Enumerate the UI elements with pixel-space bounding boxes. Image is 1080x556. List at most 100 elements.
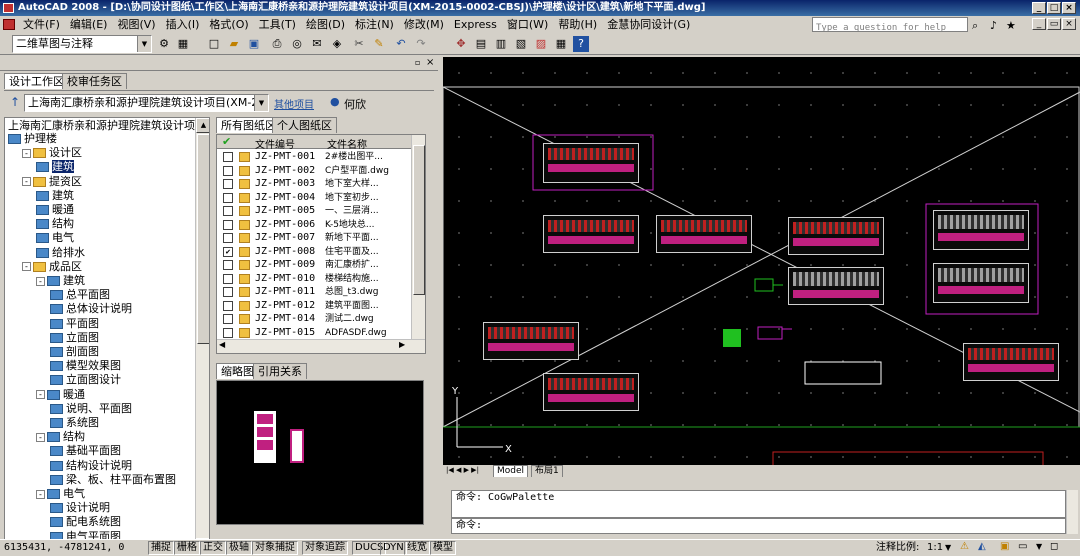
cut-icon[interactable]: ✂ bbox=[350, 35, 368, 53]
pan-icon[interactable]: ✥ bbox=[452, 35, 470, 53]
workspace-select[interactable]: 二维草图与注释 ▼ bbox=[12, 35, 152, 53]
file-checkbox[interactable] bbox=[223, 260, 233, 270]
panel-pin-icon[interactable]: ▫ bbox=[415, 58, 420, 67]
tree-item[interactable]: - 结构 bbox=[36, 430, 85, 443]
file-row[interactable]: JZ-PMT-004 地下室初步... bbox=[217, 191, 411, 206]
tree-item[interactable]: 配电系统图 bbox=[50, 515, 121, 528]
drawing-sheet-7[interactable] bbox=[933, 263, 1029, 303]
drawing-sheet-6[interactable] bbox=[933, 210, 1029, 250]
status-toggle[interactable]: 对象捕捉 bbox=[252, 541, 298, 555]
tree-item[interactable]: 结构 bbox=[36, 217, 74, 230]
doc-close-button[interactable]: × bbox=[1062, 18, 1076, 30]
workspace-settings-icon[interactable]: ⚙ bbox=[155, 35, 173, 53]
tree-item[interactable]: 总体设计说明 bbox=[50, 302, 132, 315]
drawing-sheet-2[interactable] bbox=[543, 215, 639, 253]
clean-screen-icon[interactable]: ◻ bbox=[1050, 540, 1058, 554]
file-row[interactable]: JZ-PMT-014 测试二.dwg bbox=[217, 312, 411, 327]
status-toggle[interactable]: 线宽 bbox=[404, 541, 430, 555]
tree-item[interactable]: 立面图 bbox=[50, 331, 99, 344]
annotation-visibility-icon[interactable]: ⚠ bbox=[960, 540, 969, 554]
file-row[interactable]: ✔ JZ-PMT-008 住宅平面及... bbox=[217, 245, 411, 260]
file-row[interactable]: JZ-PMT-015 ADFASDF.dwg bbox=[217, 326, 411, 341]
new-file-icon[interactable]: □ bbox=[205, 35, 223, 53]
first-tab-icon[interactable]: |◀ ◀ ▶ ▶| bbox=[446, 465, 479, 476]
workspace-save-icon[interactable]: ▦ bbox=[174, 35, 192, 53]
file-row[interactable]: JZ-PMT-002 C户型平面.dwg bbox=[217, 164, 411, 179]
tree-item[interactable]: 系统图 bbox=[50, 416, 99, 429]
communication-center-icon[interactable]: ♪ bbox=[990, 17, 997, 34]
up-arrow-icon[interactable]: ↑ bbox=[10, 95, 20, 109]
tree-item[interactable]: - 建筑 bbox=[36, 274, 85, 287]
plot-preview-icon[interactable]: ◎ bbox=[288, 35, 306, 53]
tree-scrollbar[interactable]: ▲ ▼ bbox=[195, 118, 209, 554]
menu-item[interactable]: 标注(N) bbox=[350, 16, 399, 33]
autoscale-icon[interactable]: ◭ bbox=[978, 540, 986, 554]
tab-model[interactable]: Model bbox=[493, 465, 529, 477]
status-toggle[interactable]: 正交 bbox=[200, 541, 226, 555]
tree-item[interactable]: - 提资区 bbox=[22, 175, 82, 188]
menu-item[interactable]: 工具(T) bbox=[254, 16, 301, 33]
doc-restore-button[interactable]: ▭ bbox=[1047, 18, 1061, 30]
favorites-star-icon[interactable]: ★ bbox=[1006, 17, 1016, 34]
doc-icon[interactable] bbox=[3, 19, 15, 30]
file-row[interactable]: JZ-PMT-011 总图_t3.dwg bbox=[217, 285, 411, 300]
tree-item[interactable]: 电气 bbox=[36, 231, 74, 244]
tree-item[interactable]: - 电气 bbox=[36, 487, 85, 500]
scroll-right-icon[interactable]: ▶ bbox=[399, 340, 405, 349]
status-toggle[interactable]: 极轴 bbox=[226, 541, 252, 555]
project-select[interactable]: 上海南汇康桥亲和源护理院建筑设计项目(XM-2015-0 ▼ bbox=[24, 94, 269, 112]
annotation-scale-value[interactable]: 1:1 bbox=[927, 541, 943, 555]
col-file-name[interactable]: 文件名称 bbox=[327, 136, 367, 151]
tree-item[interactable]: - 成品区 bbox=[22, 260, 82, 273]
help-search-icon[interactable]: ⌕ bbox=[972, 17, 978, 34]
tree-item[interactable]: 剖面图 bbox=[50, 345, 99, 358]
collapse-icon[interactable]: - bbox=[36, 276, 45, 286]
redo-icon[interactable]: ↷ bbox=[412, 35, 430, 53]
close-button[interactable]: × bbox=[1062, 2, 1076, 14]
tab-design-workspace[interactable]: 设计工作区 bbox=[4, 73, 69, 89]
col-file-number[interactable]: 文件编号 bbox=[255, 136, 295, 151]
maximize-button[interactable]: □ bbox=[1047, 2, 1061, 14]
file-checkbox[interactable] bbox=[223, 233, 233, 243]
drawing-sheet-8[interactable] bbox=[483, 322, 579, 360]
tree-item[interactable]: 设计说明 bbox=[50, 501, 110, 514]
tray-settings-icon[interactable]: ▭ bbox=[1018, 540, 1027, 554]
scroll-left-icon[interactable]: ◀ bbox=[219, 340, 225, 349]
tree-item[interactable]: 总平面图 bbox=[50, 288, 110, 301]
tree-item[interactable]: - 暖通 bbox=[36, 388, 85, 401]
tree-item[interactable]: 梁、板、柱平面布置图 bbox=[50, 473, 176, 486]
file-row[interactable]: JZ-PMT-003 地下室大样... bbox=[217, 177, 411, 192]
status-toggle[interactable]: 对象追踪 bbox=[302, 541, 348, 555]
file-checkbox[interactable] bbox=[223, 165, 233, 176]
file-checkbox[interactable] bbox=[223, 179, 233, 189]
paste-icon[interactable]: ✎ bbox=[370, 35, 388, 53]
file-checkbox[interactable] bbox=[223, 327, 233, 338]
tab-layout1[interactable]: 布局1 bbox=[531, 465, 563, 477]
tool-palettes-icon[interactable]: ▧ bbox=[512, 35, 530, 53]
sheet-set-icon[interactable]: ▨ bbox=[532, 35, 550, 53]
file-checkbox[interactable] bbox=[223, 192, 233, 203]
menu-item[interactable]: 视图(V) bbox=[112, 16, 160, 33]
status-toggle[interactable]: 模型 bbox=[430, 541, 456, 555]
calculator-icon[interactable]: ▦ bbox=[552, 35, 570, 53]
tab-review-tasks[interactable]: 校审任务区 bbox=[62, 73, 127, 89]
save-icon[interactable]: ▣ bbox=[245, 35, 263, 53]
menu-item[interactable]: 修改(M) bbox=[399, 16, 449, 33]
menu-item[interactable]: 帮助(H) bbox=[553, 16, 602, 33]
drawing-sheet-10[interactable] bbox=[963, 343, 1059, 381]
lock-icon[interactable]: ▣ bbox=[1000, 540, 1009, 554]
file-row[interactable]: JZ-PMT-001 2#楼出图平... bbox=[217, 150, 411, 165]
status-toggle[interactable]: DYN bbox=[380, 541, 407, 555]
collapse-icon[interactable]: - bbox=[22, 262, 31, 272]
tree-item[interactable]: 模型效果图 bbox=[50, 359, 121, 372]
tree-item[interactable]: 立面图设计 bbox=[50, 373, 121, 386]
file-row[interactable]: JZ-PMT-010 楼梯结构施... bbox=[217, 272, 411, 287]
tree-item[interactable]: 说明、平面图 bbox=[50, 402, 132, 415]
tree-item[interactable]: 建筑 bbox=[36, 189, 74, 202]
status-toggle[interactable]: 捕捉 bbox=[148, 541, 174, 555]
scroll-up-icon[interactable]: ▲ bbox=[196, 118, 209, 133]
tree-item[interactable]: 给排水 bbox=[36, 246, 85, 259]
doc-minimize-button[interactable]: _ bbox=[1032, 18, 1046, 30]
collapse-icon[interactable]: - bbox=[36, 432, 45, 442]
print-icon[interactable]: ⎙ bbox=[268, 35, 286, 53]
